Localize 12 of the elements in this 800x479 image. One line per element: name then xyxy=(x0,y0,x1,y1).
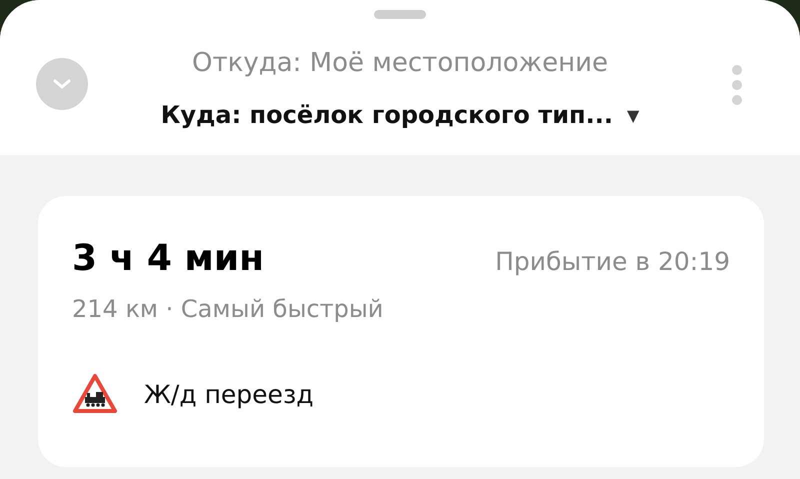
train-warning-icon xyxy=(72,373,118,415)
warning-label: Ж/д переезд xyxy=(144,380,314,408)
more-options-icon[interactable] xyxy=(730,64,744,108)
collapse-button[interactable] xyxy=(36,58,88,110)
route-duration: 3 ч 4 мин xyxy=(72,238,264,279)
drag-handle[interactable] xyxy=(374,10,426,19)
destination-text[interactable]: Куда: посёлок городского тип... xyxy=(160,99,613,131)
route-card[interactable]: 3 ч 4 мин Прибытие в 20:19 214 км · Самый быстрый Ж/д переезд xyxy=(38,196,764,467)
dropdown-caret[interactable]: ▼ xyxy=(626,106,640,124)
route-details: 214 км · Самый быстрый xyxy=(72,295,384,323)
arrival-time: Прибытие в 20:19 xyxy=(495,247,730,276)
chevron-down-icon xyxy=(52,78,72,90)
